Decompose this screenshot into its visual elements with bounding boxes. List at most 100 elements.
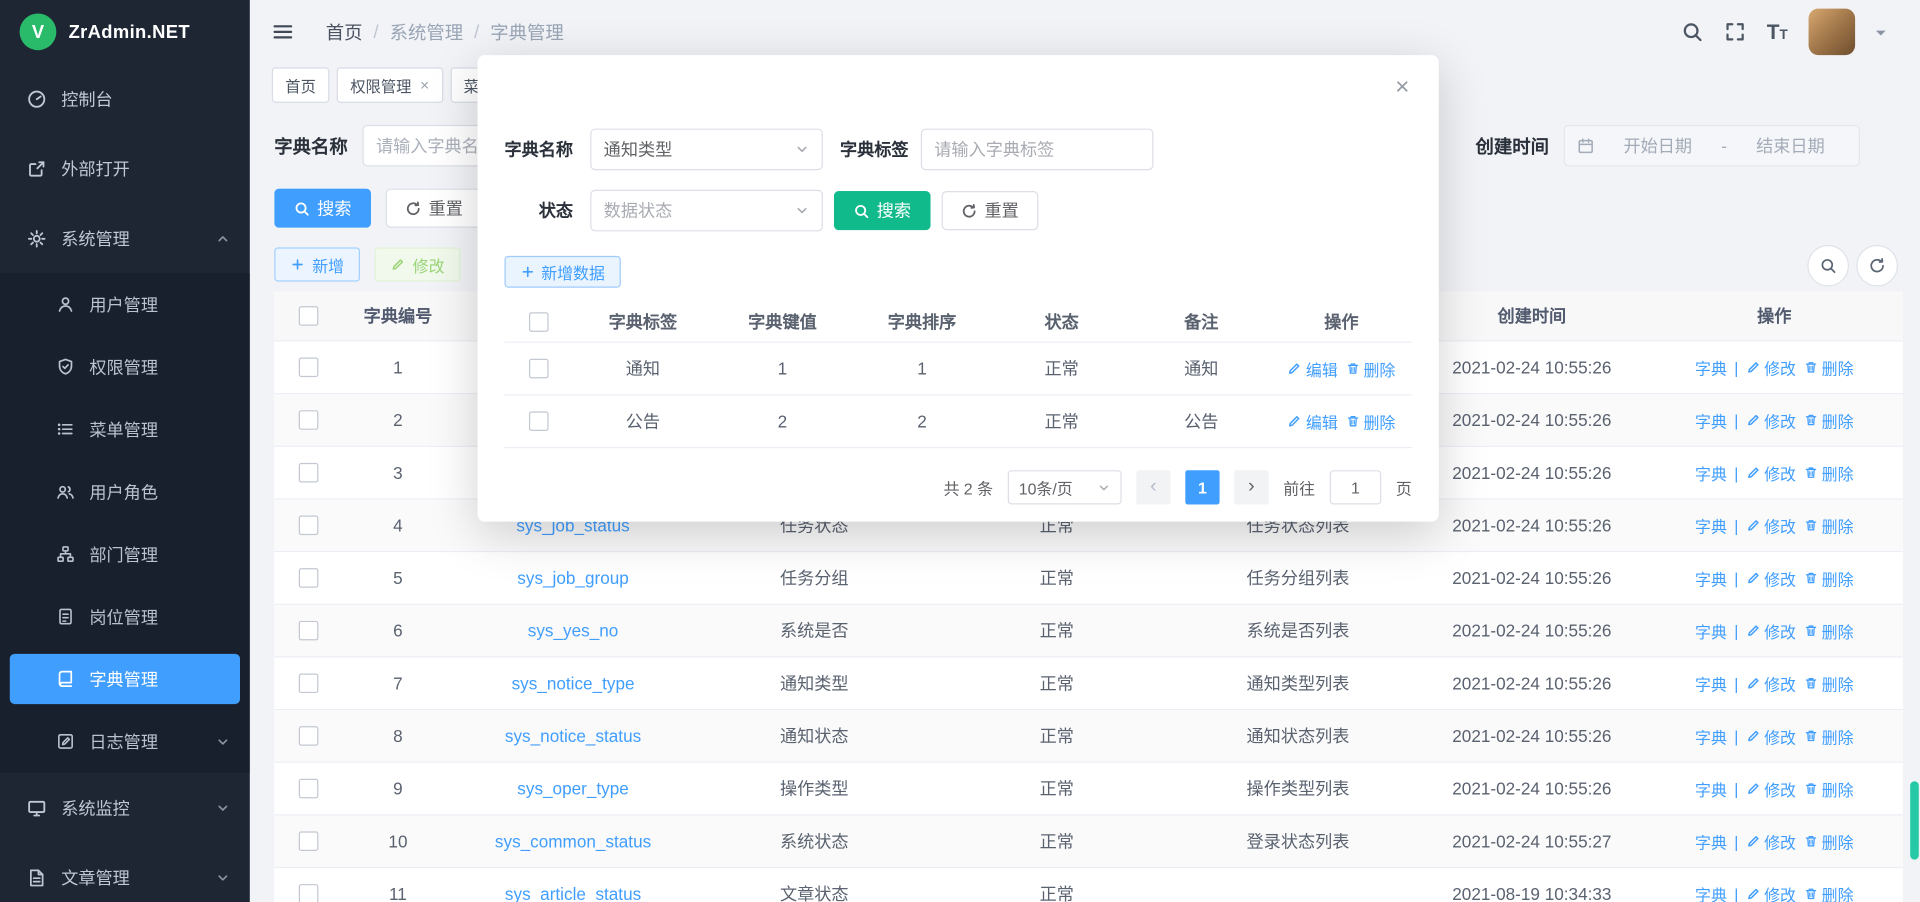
current-page-button[interactable]: 1 (1185, 470, 1219, 504)
end-date-placeholder[interactable]: 结束日期 (1734, 133, 1846, 157)
status-select[interactable]: 数据状态 (590, 190, 823, 232)
select-all-checkbox[interactable] (299, 306, 319, 326)
page-size-select[interactable]: 10条/页 (1008, 470, 1122, 504)
delete-link[interactable]: 删除 (1345, 410, 1395, 433)
edit-link[interactable]: 修改 (1746, 830, 1796, 853)
delete-link[interactable]: 删除 (1803, 619, 1853, 642)
row-checkbox[interactable] (529, 411, 549, 431)
row-checkbox[interactable] (299, 673, 319, 693)
tab-close-icon[interactable]: × (420, 77, 429, 93)
edit-link[interactable]: 修改 (1746, 724, 1796, 747)
edit-link[interactable]: 编辑 (1288, 357, 1338, 380)
row-checkbox[interactable] (299, 831, 319, 851)
select-all-checkbox[interactable] (529, 312, 549, 332)
edit-link[interactable]: 修改 (1746, 672, 1796, 695)
caret-down-icon[interactable] (1876, 30, 1886, 40)
dict-data-link[interactable]: 字典 (1695, 566, 1727, 589)
row-checkbox[interactable] (299, 358, 319, 378)
sidebar-item-articles[interactable]: 文章管理 (0, 842, 250, 902)
reset-button[interactable]: 重置 (386, 189, 483, 228)
dict-name-select[interactable]: 通知类型 (590, 129, 823, 171)
delete-link[interactable]: 删除 (1803, 514, 1853, 537)
dict-data-link[interactable]: 字典 (1695, 830, 1727, 853)
breadcrumb-home[interactable]: 首页 (326, 19, 363, 45)
dict-name-link[interactable]: sys_notice_type (512, 673, 635, 693)
delete-link[interactable]: 删除 (1803, 566, 1853, 589)
row-checkbox[interactable] (529, 359, 549, 379)
close-icon[interactable]: × (1395, 75, 1409, 99)
dict-name-link[interactable]: sys_notice_status (505, 726, 641, 746)
font-size-icon[interactable]: TT (1767, 21, 1788, 42)
dict-name-link[interactable]: sys_oper_type (517, 779, 629, 799)
sidebar-item-departments[interactable]: 部门管理 (0, 523, 250, 585)
dict-name-link[interactable]: sys_article_status (505, 884, 641, 902)
delete-link[interactable]: 删除 (1803, 882, 1853, 902)
hamburger-icon[interactable] (272, 21, 294, 43)
sidebar-item-permissions[interactable]: 权限管理 (0, 336, 250, 398)
delete-link[interactable]: 删除 (1803, 724, 1853, 747)
sidebar-item-console[interactable]: 控制台 (0, 64, 250, 134)
delete-link[interactable]: 删除 (1803, 461, 1853, 484)
sidebar-item-users[interactable]: 用户管理 (0, 273, 250, 335)
sidebar-item-monitor[interactable]: 系统监控 (0, 773, 250, 843)
tab-permissions[interactable]: 权限管理 × (337, 67, 443, 103)
dict-name-link[interactable]: sys_job_group (517, 568, 629, 588)
sidebar-item-posts[interactable]: 岗位管理 (0, 585, 250, 647)
edit-link[interactable]: 修改 (1746, 356, 1796, 379)
sidebar-item-menus[interactable]: 菜单管理 (0, 398, 250, 460)
row-checkbox[interactable] (299, 779, 319, 799)
row-checkbox[interactable] (299, 621, 319, 641)
delete-link[interactable]: 删除 (1803, 830, 1853, 853)
modal-reset-button[interactable]: 重置 (942, 191, 1039, 230)
edit-link[interactable]: 修改 (1746, 882, 1796, 902)
dict-data-link[interactable]: 字典 (1695, 514, 1727, 537)
dict-data-link[interactable]: 字典 (1695, 619, 1727, 642)
edit-link[interactable]: 编辑 (1288, 410, 1338, 433)
dict-data-link[interactable]: 字典 (1695, 724, 1727, 747)
dict-data-link[interactable]: 字典 (1695, 882, 1727, 902)
dict-tag-input[interactable] (921, 129, 1154, 171)
sidebar-item-system[interactable]: 系统管理 (0, 203, 250, 273)
delete-link[interactable]: 删除 (1345, 357, 1395, 380)
sidebar-item-dictionary[interactable]: 字典管理 (10, 654, 240, 704)
dict-data-link[interactable]: 字典 (1695, 461, 1727, 484)
prev-page-button[interactable]: ‹ (1136, 470, 1170, 504)
row-checkbox[interactable] (299, 568, 319, 588)
delete-link[interactable]: 删除 (1803, 356, 1853, 379)
tab-home[interactable]: 首页 (272, 67, 330, 103)
user-avatar[interactable] (1809, 9, 1856, 56)
next-page-button[interactable]: › (1234, 470, 1268, 504)
show-search-button[interactable] (1807, 245, 1849, 287)
row-checkbox[interactable] (299, 884, 319, 902)
scrollbar-thumb[interactable] (1910, 781, 1919, 859)
row-checkbox[interactable] (299, 516, 319, 536)
delete-link[interactable]: 删除 (1803, 777, 1853, 800)
delete-link[interactable]: 删除 (1803, 408, 1853, 431)
date-range-picker[interactable]: 开始日期 - 结束日期 (1564, 125, 1860, 167)
row-checkbox[interactable] (299, 726, 319, 746)
row-checkbox[interactable] (299, 463, 319, 483)
dict-name-link[interactable]: sys_yes_no (528, 621, 619, 641)
edit-link[interactable]: 修改 (1746, 514, 1796, 537)
sidebar-item-external[interactable]: 外部打开 (0, 133, 250, 203)
row-checkbox[interactable] (299, 410, 319, 430)
add-button[interactable]: 新增 (274, 247, 360, 281)
edit-link[interactable]: 修改 (1746, 777, 1796, 800)
search-button[interactable]: 搜索 (274, 189, 371, 228)
fullscreen-icon[interactable] (1724, 21, 1746, 43)
edit-link[interactable]: 修改 (1746, 408, 1796, 431)
edit-button[interactable]: 修改 (375, 247, 461, 281)
breadcrumb-system[interactable]: 系统管理 (390, 19, 463, 45)
delete-link[interactable]: 删除 (1803, 672, 1853, 695)
edit-link[interactable]: 修改 (1746, 619, 1796, 642)
dict-data-link[interactable]: 字典 (1695, 408, 1727, 431)
edit-link[interactable]: 修改 (1746, 566, 1796, 589)
dict-data-link[interactable]: 字典 (1695, 777, 1727, 800)
dict-data-link[interactable]: 字典 (1695, 356, 1727, 379)
add-data-button[interactable]: 新增数据 (504, 256, 620, 288)
sidebar-item-logs[interactable]: 日志管理 (0, 710, 250, 772)
dict-name-link[interactable]: sys_common_status (495, 831, 651, 851)
edit-link[interactable]: 修改 (1746, 461, 1796, 484)
search-icon[interactable] (1681, 21, 1703, 43)
dict-data-link[interactable]: 字典 (1695, 672, 1727, 695)
